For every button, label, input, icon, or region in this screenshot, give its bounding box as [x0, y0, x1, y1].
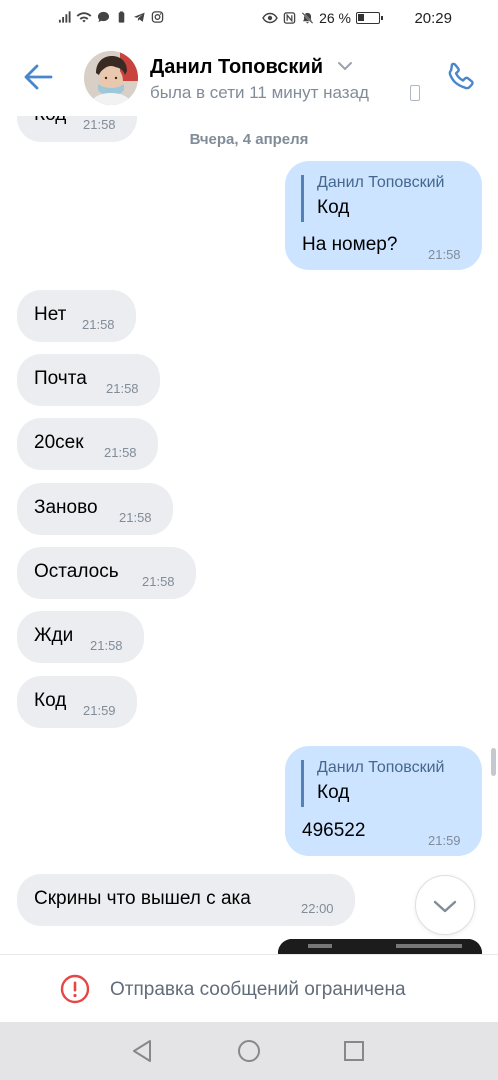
message-text: Нет	[34, 304, 67, 325]
reply-text: Код	[317, 197, 350, 218]
contact-status: была в сети 11 минут назад	[150, 83, 369, 102]
status-bar: 26 % 20:29	[0, 0, 498, 38]
reply-text: Код	[317, 782, 350, 803]
message-text: Жди	[34, 625, 74, 646]
avatar-image	[84, 51, 138, 105]
recents-square-icon[interactable]	[341, 1038, 367, 1064]
message-bubble-incoming[interactable]: Скрины что вышел с ака 22:00	[17, 874, 355, 926]
reply-author: Данил Топовский	[317, 174, 445, 191]
chat-header: Данил Топовский была в сети 11 минут наз…	[0, 38, 498, 116]
message-bubble-incoming[interactable]: Нет 21:58	[17, 290, 136, 342]
message-time: 21:59	[428, 833, 461, 848]
alert-circle-icon	[60, 974, 90, 1004]
message-bubble-outgoing[interactable]: Данил Топовский Код На номер? 21:58	[285, 161, 482, 270]
mute-bell-icon	[301, 12, 314, 24]
wifi-icon	[76, 12, 92, 23]
message-text: Заново	[34, 497, 98, 518]
message-bubble-incoming[interactable]: Код 21:59	[17, 676, 137, 728]
arrow-left-icon[interactable]	[22, 62, 54, 92]
scrollbar[interactable]	[491, 748, 496, 776]
message-time: 21:58	[142, 574, 175, 589]
avatar[interactable]	[84, 51, 138, 105]
message-time: 21:58	[104, 445, 137, 460]
message-time: 21:58	[106, 381, 139, 396]
chevron-down-icon[interactable]	[337, 60, 353, 72]
home-circle-icon[interactable]	[236, 1038, 262, 1064]
message-bubble-incoming[interactable]: Почта 21:58	[17, 354, 160, 406]
message-time: 21:58	[82, 317, 115, 332]
phone-icon[interactable]	[444, 60, 478, 94]
battery-icon	[356, 12, 383, 24]
message-bubble-incoming[interactable]: Заново 21:58	[17, 483, 173, 535]
telegram-icon	[133, 12, 145, 22]
mobile-device-icon	[410, 85, 420, 101]
reply-quote[interactable]: Данил Топовский Код	[301, 175, 444, 222]
message-bubble-incoming[interactable]: Жди 21:58	[17, 611, 144, 663]
battery-saver-icon	[118, 11, 125, 23]
message-time: 21:58	[428, 247, 461, 262]
message-text: На номер?	[302, 234, 398, 255]
message-time: 22:00	[301, 901, 334, 916]
message-text: Осталось	[34, 561, 119, 582]
instagram-icon	[151, 11, 164, 23]
message-time: 21:58	[90, 638, 123, 653]
eye-icon	[262, 12, 278, 24]
message-time: 21:58	[83, 117, 116, 132]
message-text: 20сек	[34, 432, 84, 453]
chat-notification-icon	[97, 11, 110, 23]
restriction-banner: Отправка сообщений ограничена	[0, 954, 498, 1022]
nfc-icon	[283, 12, 296, 24]
message-text: 496522	[302, 820, 366, 841]
message-time: 21:58	[119, 510, 152, 525]
message-text: Почта	[34, 368, 87, 389]
restriction-text: Отправка сообщений ограничена	[110, 979, 406, 1000]
signal-icon	[58, 11, 71, 23]
message-time: 21:59	[83, 703, 116, 718]
back-triangle-icon[interactable]	[129, 1038, 155, 1064]
status-icons-right: 26 %	[262, 10, 383, 26]
date-separator: Вчера, 4 апреля	[189, 131, 309, 148]
message-bubble-incoming[interactable]: 20сек 21:58	[17, 418, 158, 470]
chevron-down-icon	[433, 900, 456, 912]
message-list[interactable]: Код 21:58 Вчера, 4 апреля Данил Топовски…	[0, 116, 498, 954]
system-nav-bar	[0, 1022, 498, 1080]
message-text: Код	[34, 690, 67, 711]
message-text: Скрины что вышел с ака	[34, 888, 251, 909]
battery-percent: 26 %	[319, 10, 351, 26]
reply-author: Данил Топовский	[317, 759, 445, 776]
contact-name[interactable]: Данил Топовский	[150, 56, 323, 79]
message-text: Код	[34, 116, 66, 124]
reply-quote[interactable]: Данил Топовский Код	[301, 760, 444, 807]
message-bubble-incoming[interactable]: Осталось 21:58	[17, 547, 196, 599]
clock: 20:29	[414, 10, 452, 27]
status-icons-left	[58, 10, 164, 24]
scroll-down-button[interactable]	[415, 875, 475, 935]
message-bubble-outgoing[interactable]: Данил Топовский Код 496522 21:59	[285, 746, 482, 856]
